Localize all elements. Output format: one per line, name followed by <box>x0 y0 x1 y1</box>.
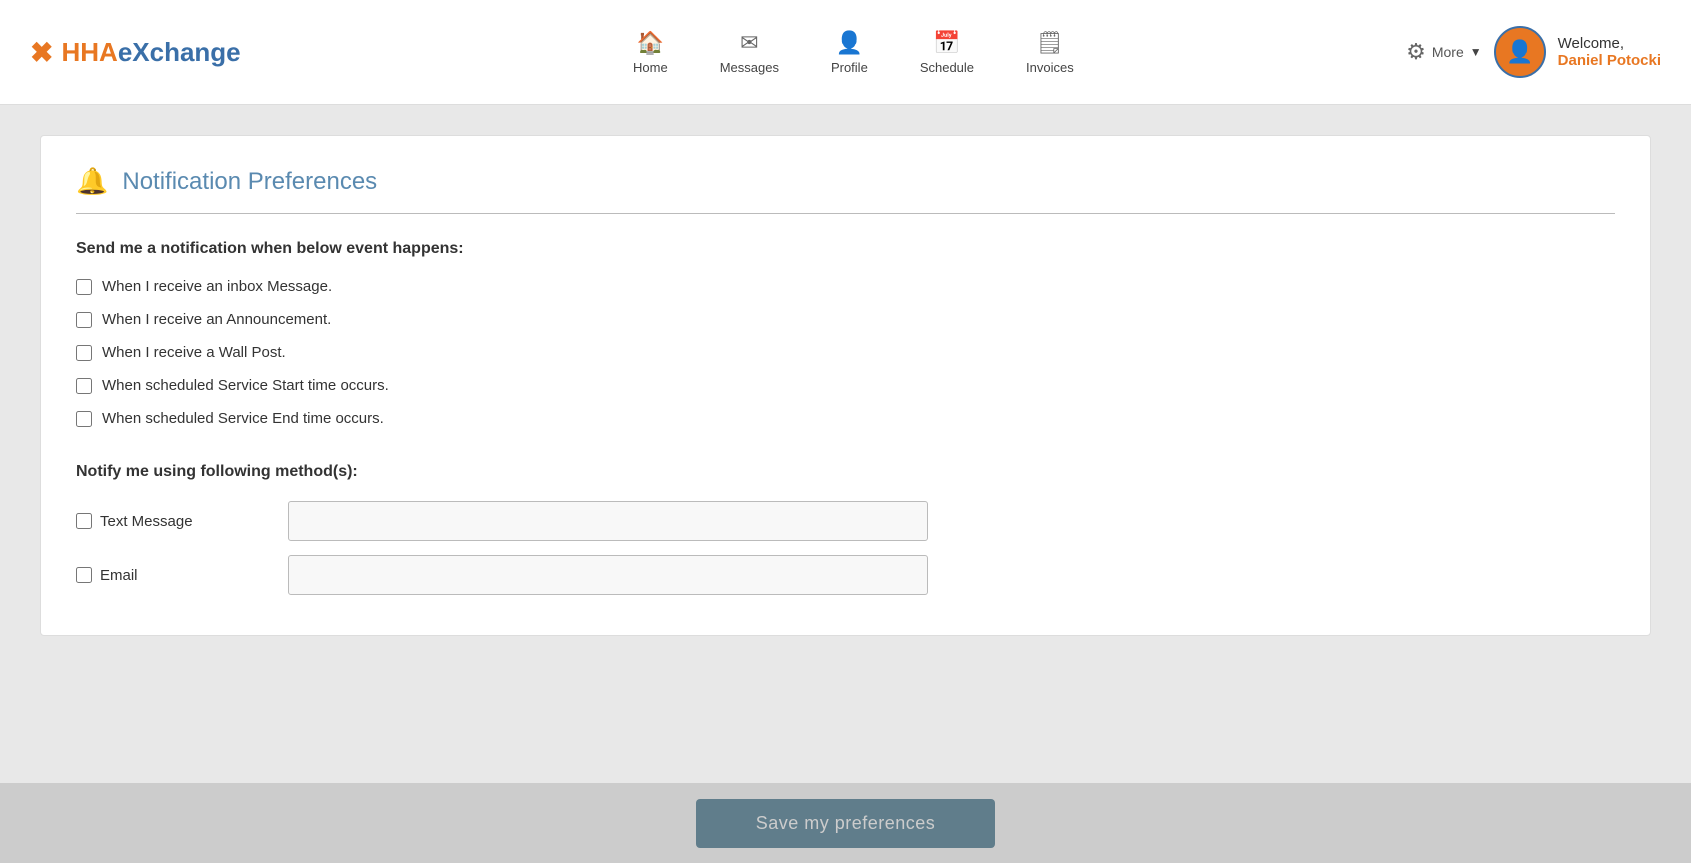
logo[interactable]: ✖ HHAeXchange <box>30 36 241 69</box>
text-message-checkbox-label[interactable]: Text Message <box>76 513 276 530</box>
text-message-label: Text Message <box>100 513 193 530</box>
checkbox-service-start[interactable]: When scheduled Service Start time occurs… <box>76 377 1615 394</box>
service-start-label: When scheduled Service Start time occurs… <box>102 377 389 394</box>
email-label: Email <box>100 567 138 584</box>
user-name: Daniel Potocki <box>1558 52 1661 69</box>
home-icon: 🏠 <box>637 30 664 56</box>
bell-icon: 🔔 <box>76 166 108 197</box>
nav-home-label: Home <box>633 60 668 75</box>
email-row: Email <box>76 555 1615 595</box>
checkbox-wall-post[interactable]: When I receive a Wall Post. <box>76 344 1615 361</box>
nav-messages[interactable]: ✉ Messages <box>704 22 795 83</box>
method-group: Text Message Email <box>76 501 1615 595</box>
service-start-checkbox[interactable] <box>76 378 92 394</box>
email-input[interactable] <box>288 555 928 595</box>
service-end-label: When scheduled Service End time occurs. <box>102 410 384 427</box>
profile-icon: 👤 <box>836 30 863 56</box>
inbox-message-checkbox[interactable] <box>76 279 92 295</box>
main-nav: 🏠 Home ✉ Messages 👤 Profile 📅 Schedule 🗒… <box>301 22 1406 83</box>
save-preferences-button[interactable]: Save my preferences <box>696 799 996 848</box>
service-end-checkbox[interactable] <box>76 411 92 427</box>
nav-schedule-label: Schedule <box>920 60 974 75</box>
header: ✖ HHAeXchange 🏠 Home ✉ Messages 👤 Profil… <box>0 0 1691 105</box>
text-message-row: Text Message <box>76 501 1615 541</box>
wall-post-label: When I receive a Wall Post. <box>102 344 286 361</box>
text-message-input[interactable] <box>288 501 928 541</box>
logo-hha: HHA <box>61 37 117 67</box>
event-checkboxes: When I receive an inbox Message. When I … <box>76 278 1615 427</box>
notification-section-label: Send me a notification when below event … <box>76 240 1615 258</box>
welcome-text: Welcome, Daniel Potocki <box>1558 35 1661 69</box>
nav-profile-label: Profile <box>831 60 868 75</box>
checkbox-announcement[interactable]: When I receive an Announcement. <box>76 311 1615 328</box>
method-section-label: Notify me using following method(s): <box>76 463 1615 481</box>
nav-messages-label: Messages <box>720 60 779 75</box>
card-header: 🔔 Notification Preferences <box>76 166 1615 197</box>
nav-schedule[interactable]: 📅 Schedule <box>904 22 990 83</box>
messages-icon: ✉ <box>740 30 758 56</box>
chevron-down-icon: ▼ <box>1470 45 1482 59</box>
email-checkbox[interactable] <box>76 567 92 583</box>
more-label: More <box>1432 44 1464 60</box>
notification-preferences-card: 🔔 Notification Preferences Send me a not… <box>40 135 1651 636</box>
checkbox-service-end[interactable]: When scheduled Service End time occurs. <box>76 410 1615 427</box>
logo-icon: ✖ <box>30 36 53 69</box>
gear-icon: ⚙ <box>1406 39 1426 65</box>
nav-invoices[interactable]: 🗒 Invoices <box>1010 22 1090 83</box>
logo-exchange: eXchange <box>118 37 241 67</box>
checkbox-inbox-message[interactable]: When I receive an inbox Message. <box>76 278 1615 295</box>
wall-post-checkbox[interactable] <box>76 345 92 361</box>
footer: Save my preferences <box>0 783 1691 863</box>
nav-home[interactable]: 🏠 Home <box>617 22 684 83</box>
text-message-checkbox[interactable] <box>76 513 92 529</box>
card-divider <box>76 213 1615 214</box>
logo-text: HHAeXchange <box>61 37 240 68</box>
nav-invoices-label: Invoices <box>1026 60 1074 75</box>
avatar[interactable]: 👤 <box>1494 26 1546 78</box>
nav-profile[interactable]: 👤 Profile <box>815 22 884 83</box>
more-button[interactable]: ⚙ More ▼ <box>1406 39 1482 65</box>
header-right: ⚙ More ▼ 👤 Welcome, Daniel Potocki <box>1406 26 1661 78</box>
page-title: Notification Preferences <box>122 168 377 196</box>
announcement-label: When I receive an Announcement. <box>102 311 331 328</box>
email-checkbox-label[interactable]: Email <box>76 567 276 584</box>
main-content: 🔔 Notification Preferences Send me a not… <box>0 105 1691 666</box>
inbox-message-label: When I receive an inbox Message. <box>102 278 332 295</box>
welcome-label: Welcome, <box>1558 35 1661 52</box>
announcement-checkbox[interactable] <box>76 312 92 328</box>
invoices-icon: 🗒 <box>1036 30 1064 56</box>
avatar-icon: 👤 <box>1506 39 1533 65</box>
schedule-icon: 📅 <box>933 30 960 56</box>
